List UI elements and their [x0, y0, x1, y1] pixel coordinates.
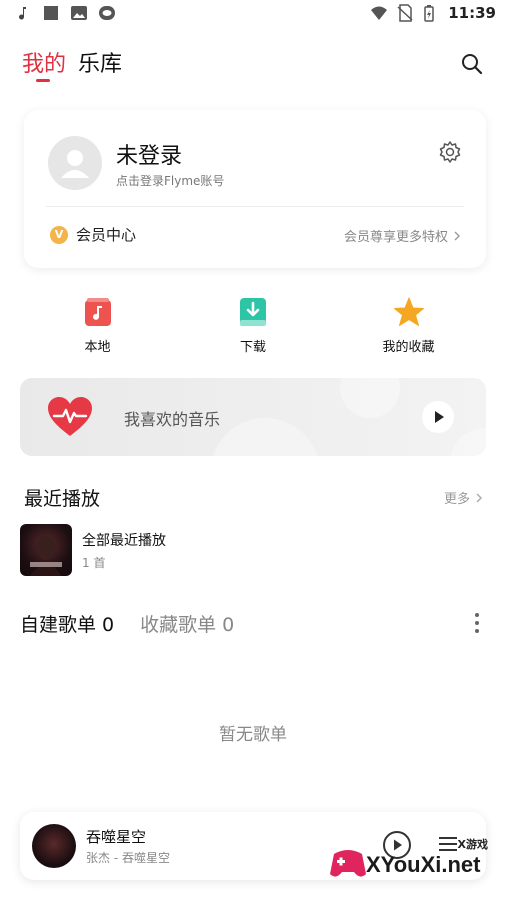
recent-item-count: 1 首	[82, 556, 106, 570]
account-card[interactable]: 未登录 点击登录Flyme账号 V 会员中心 会员尊享更多特权	[24, 110, 486, 268]
download-icon	[240, 298, 266, 326]
watermark-small-text: X游戏	[457, 838, 488, 851]
top-tabs: 我的 乐库	[22, 46, 122, 82]
login-subtitle[interactable]: 点击登录Flyme账号	[116, 172, 224, 189]
tab-created-playlists[interactable]: 自建歌单 0	[20, 610, 114, 637]
entry-local-label: 本地	[84, 340, 111, 355]
chevron-right-icon	[476, 493, 482, 502]
mini-player-cover[interactable]	[32, 824, 76, 868]
status-bar: 11:39	[0, 0, 506, 28]
favorite-music-label: 我喜欢的音乐	[124, 410, 221, 429]
mini-player-title: 吞噬星空	[86, 828, 147, 846]
banner-decoration	[340, 378, 400, 418]
vip-center-label[interactable]: 会员中心	[76, 224, 136, 245]
album-cover-image	[30, 536, 62, 576]
recent-title: 最近播放	[24, 488, 101, 510]
recent-item-name[interactable]: 全部最近播放	[82, 530, 166, 550]
vip-badge-icon: V	[50, 226, 68, 244]
watermark-text: XYouXi.net	[366, 852, 481, 877]
tab-collected-playlists[interactable]: 收藏歌单 0	[140, 610, 234, 637]
music-note-icon	[19, 7, 26, 20]
square-icon	[44, 6, 58, 20]
tab-mine[interactable]: 我的	[22, 46, 66, 82]
banner-decoration	[450, 428, 486, 456]
playlist-tabs: 自建歌单 0 收藏歌单 0	[20, 610, 234, 637]
chevron-right-icon	[454, 231, 460, 240]
mini-player-subtitle: 张杰 - 吞噬星空	[86, 851, 170, 865]
entry-collection-label: 我的收藏	[382, 340, 435, 355]
status-time: 11:39	[448, 4, 496, 22]
quick-entries: 本地 下载 我的收藏	[20, 296, 486, 355]
cloud-icon	[99, 6, 115, 20]
tab-library[interactable]: 乐库	[78, 46, 122, 78]
local-music-icon	[84, 298, 111, 326]
entry-download-label: 下载	[239, 340, 266, 355]
gamepad-logo-icon	[330, 850, 366, 877]
vip-privilege-text: 会员尊享更多特权	[343, 230, 448, 245]
search-icon[interactable]	[460, 52, 484, 76]
play-icon	[435, 411, 444, 423]
recent-more-text: 更多	[443, 492, 470, 507]
gear-icon[interactable]	[438, 140, 462, 164]
divider	[46, 206, 464, 207]
entry-collection[interactable]: 我的收藏	[331, 296, 486, 355]
entry-download[interactable]: 下载	[176, 296, 331, 355]
battery-icon	[424, 5, 434, 22]
favorite-play-button[interactable]	[422, 401, 454, 433]
user-placeholder-icon	[61, 150, 89, 178]
heart-icon	[48, 397, 92, 436]
no-sim-icon	[397, 4, 413, 22]
image-icon	[71, 6, 87, 20]
avatar[interactable]	[48, 136, 102, 190]
more-vertical-icon[interactable]	[474, 612, 480, 634]
watermark: X游戏 XYouXi.net	[328, 834, 498, 890]
recent-more-link[interactable]: 更多	[444, 488, 484, 507]
login-title[interactable]: 未登录	[116, 138, 182, 170]
vip-privilege-link[interactable]: 会员尊享更多特权	[344, 226, 462, 245]
favorite-music-banner[interactable]: 我喜欢的音乐	[20, 378, 486, 456]
recent-cover[interactable]	[20, 524, 72, 576]
banner-decoration	[210, 418, 320, 456]
entry-local[interactable]: 本地	[20, 296, 175, 355]
wifi-icon	[371, 6, 388, 20]
star-icon	[393, 297, 424, 326]
empty-playlist-text: 暂无歌单	[219, 725, 287, 745]
